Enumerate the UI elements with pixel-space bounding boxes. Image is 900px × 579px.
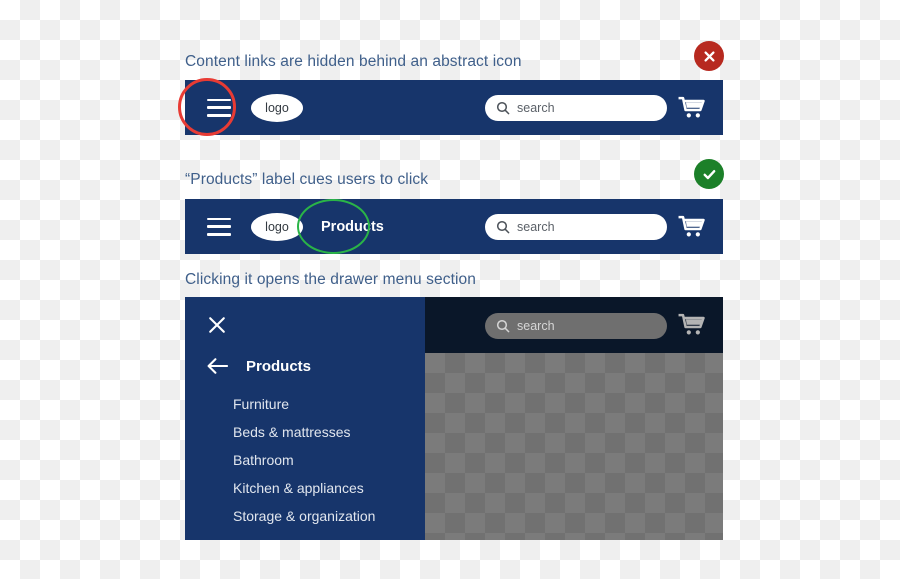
- search-input[interactable]: search: [485, 213, 667, 240]
- logo[interactable]: logo: [251, 93, 303, 122]
- search-placeholder: search: [517, 319, 555, 333]
- hamburger-icon[interactable]: [207, 217, 231, 236]
- navbar-with-products-label: logo Products search: [185, 199, 723, 254]
- cart-icon[interactable]: [678, 96, 705, 120]
- section-3-caption: Clicking it opens the drawer menu sectio…: [185, 271, 476, 288]
- close-icon[interactable]: [207, 315, 227, 335]
- drawer-panel: Products Furniture Beds & mattresses Bat…: [185, 297, 425, 540]
- hamburger-bar: [207, 217, 231, 221]
- search-icon: [496, 101, 510, 114]
- section-2-caption: “Products” label cues users to click: [185, 171, 429, 188]
- success-badge: [694, 159, 724, 189]
- navbar-abstract-icon: logo search: [185, 80, 723, 135]
- error-badge: [694, 41, 724, 71]
- cart-icon[interactable]: [678, 313, 705, 337]
- drawer-header: Products: [207, 357, 311, 375]
- green-highlight-ring: [297, 199, 370, 254]
- search-input-dimmed[interactable]: search: [485, 313, 667, 339]
- back-arrow-icon[interactable]: [207, 357, 228, 375]
- drawer-menu-item[interactable]: Beds & mattresses: [233, 418, 375, 446]
- search-input[interactable]: search: [485, 94, 667, 121]
- drawer-menu-item[interactable]: Bathroom: [233, 446, 375, 474]
- drawer-menu-item[interactable]: Kitchen & appliances: [233, 474, 375, 502]
- search-placeholder: search: [517, 100, 555, 115]
- red-highlight-ring: [178, 78, 236, 136]
- search-icon: [496, 220, 510, 233]
- drawer-menu-list: Furniture Beds & mattresses Bathroom Kit…: [233, 390, 375, 530]
- search-icon: [496, 319, 510, 333]
- section-1-caption: Content links are hidden behind an abstr…: [185, 53, 522, 70]
- logo[interactable]: logo: [251, 212, 303, 241]
- drawer-menu-screen: search Products Furniture Beds & mattres…: [185, 297, 723, 540]
- hamburger-bar: [207, 225, 231, 228]
- drawer-menu-item[interactable]: Storage & organization: [233, 502, 375, 530]
- drawer-menu-item[interactable]: Furniture: [233, 390, 375, 418]
- annotated-ux-illustration: Content links are hidden behind an abstr…: [0, 0, 900, 579]
- hamburger-bar: [207, 232, 231, 236]
- cart-icon[interactable]: [678, 215, 705, 239]
- search-placeholder: search: [517, 219, 555, 234]
- drawer-title: Products: [246, 357, 312, 375]
